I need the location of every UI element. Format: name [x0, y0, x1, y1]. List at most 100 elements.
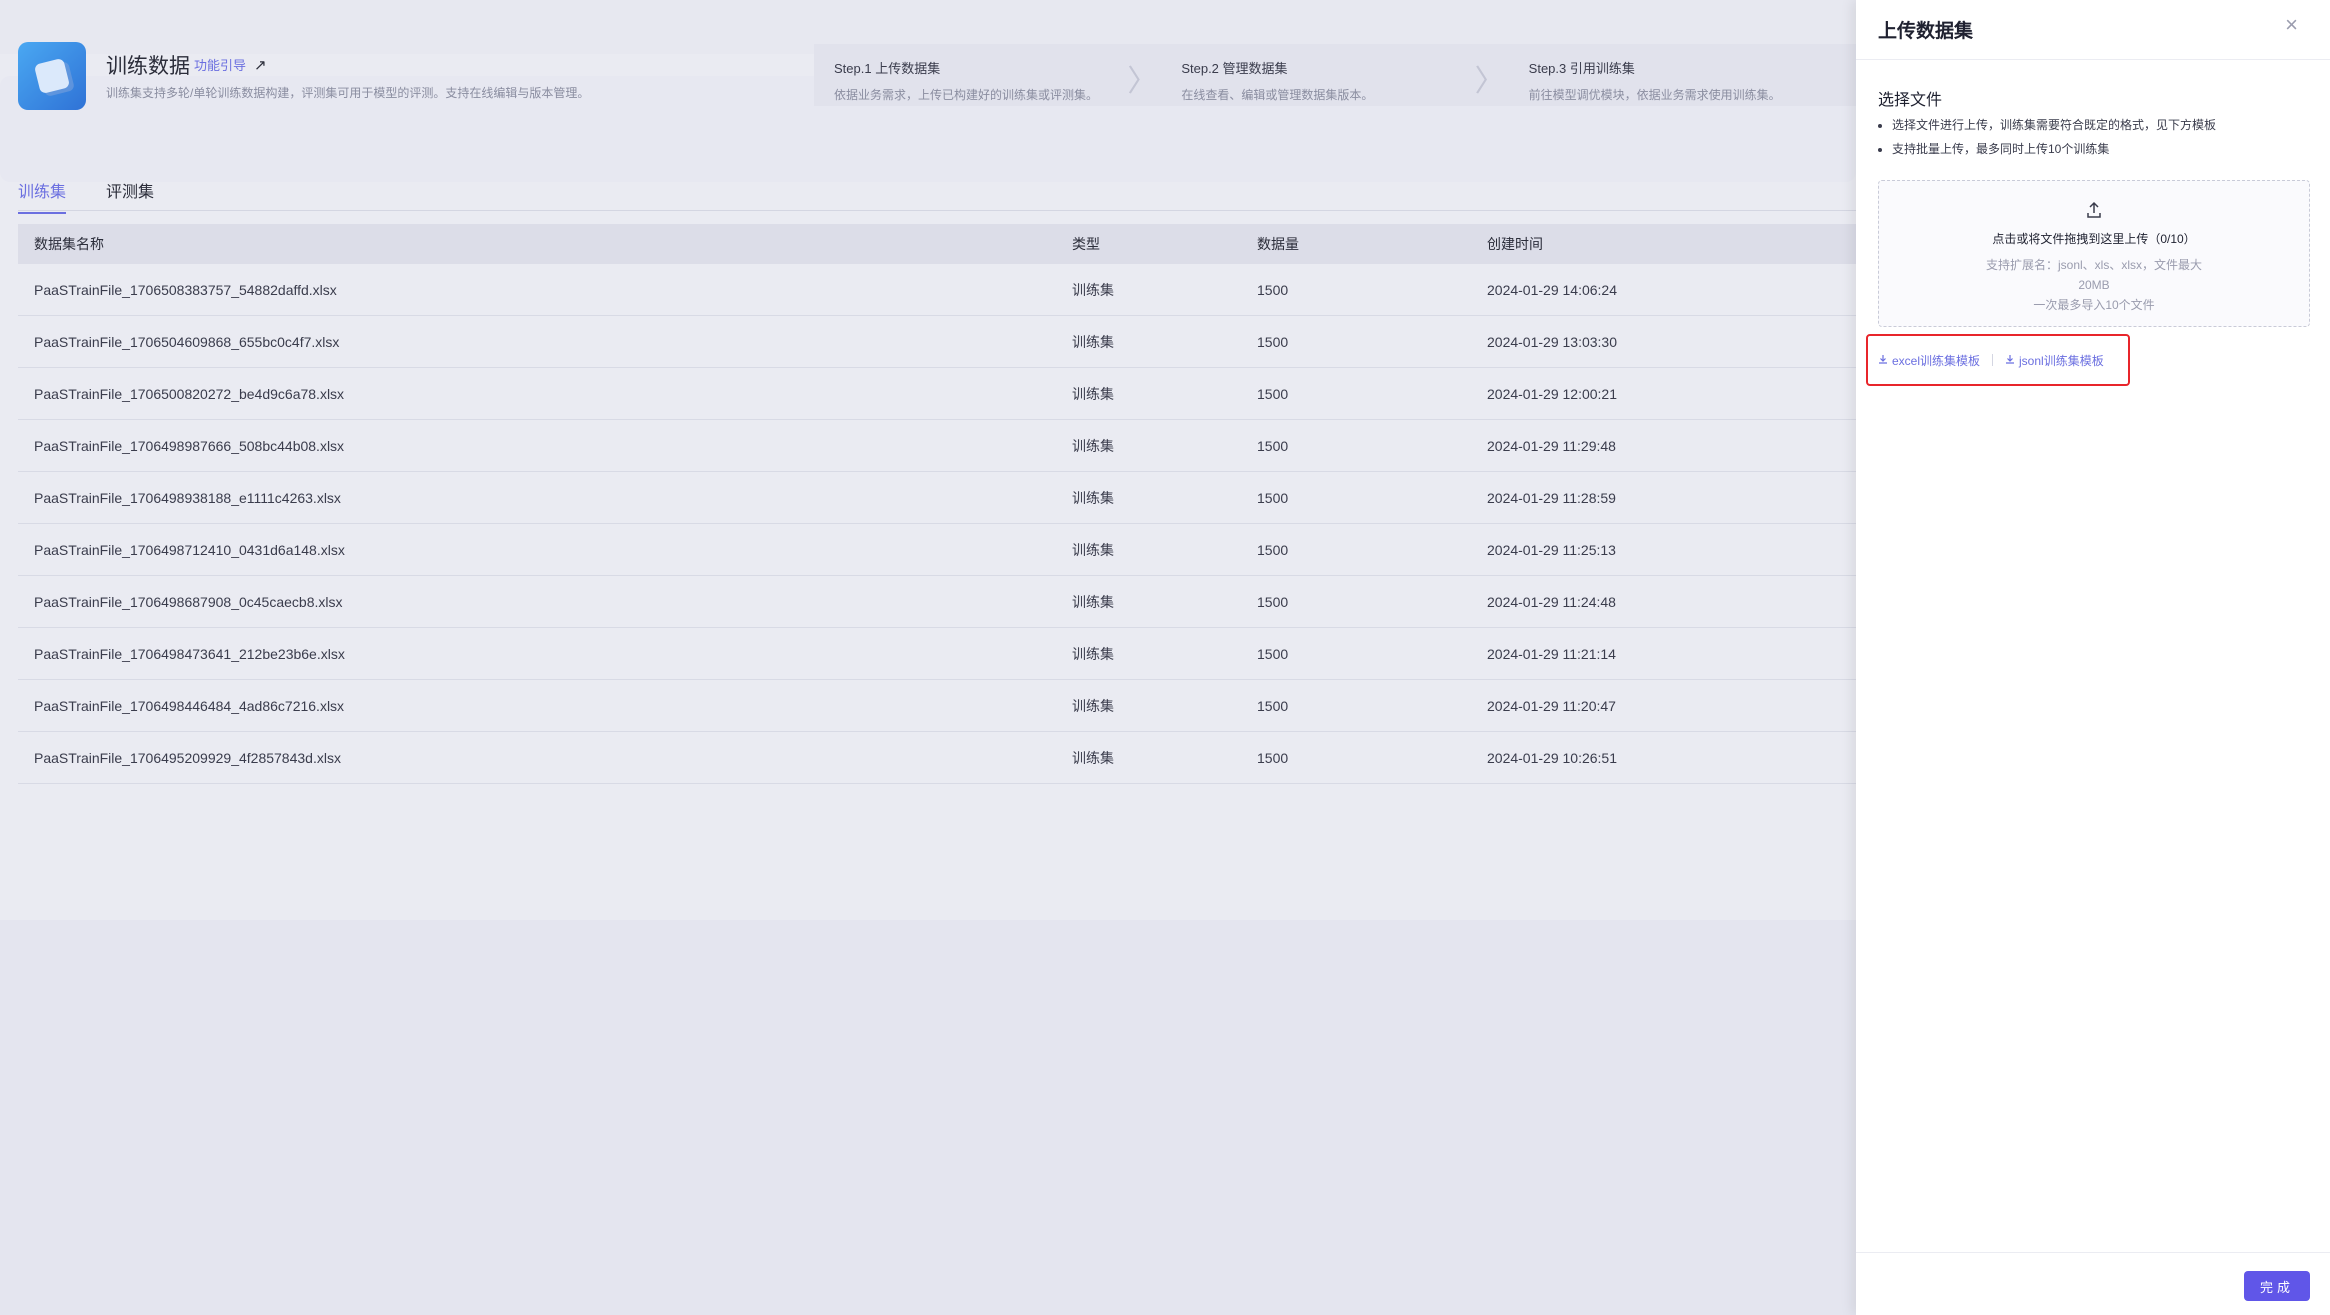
cell-count: 1500	[1257, 385, 1289, 402]
jsonl-template-link[interactable]: jsonl训练集模板	[2005, 352, 2104, 369]
step-2-title: Step.2 管理数据集	[1181, 61, 1288, 76]
cell-created-time: 2024-01-29 10:26:51	[1487, 749, 1617, 766]
cell-created-time: 2024-01-29 12:00:21	[1487, 385, 1617, 402]
step-1: Step.1 上传数据集 依据业务需求，上传已构建好的训练集或评测集。 〉	[814, 44, 1162, 106]
cell-type: 训练集	[1072, 281, 1114, 298]
table-row[interactable]: PaaSTrainFile_1706508383757_54882daffd.x…	[18, 264, 1856, 316]
cell-type: 训练集	[1072, 697, 1114, 714]
column-header-created: 创建时间	[1487, 236, 1543, 252]
table-row[interactable]: PaaSTrainFile_1706504609868_655bc0c4f7.x…	[18, 316, 1856, 368]
cell-count: 1500	[1257, 749, 1289, 766]
cell-type: 训练集	[1072, 385, 1114, 402]
step-1-desc: 依据业务需求，上传已构建好的训练集或评测集。	[834, 88, 1099, 102]
step-guide: Step.1 上传数据集 依据业务需求，上传已构建好的训练集或评测集。 〉 St…	[814, 44, 1856, 106]
step-3-title: Step.3 引用训练集	[1528, 61, 1635, 76]
tab-evaluation-set[interactable]: 评测集	[106, 178, 154, 214]
cell-count: 1500	[1257, 541, 1289, 558]
table-row[interactable]: PaaSTrainFile_1706498712410_0431d6a148.x…	[18, 524, 1856, 576]
jsonl-template-label: jsonl训练集模板	[2019, 353, 2104, 368]
dataset-table: 数据集名称 类型 数据量 创建时间 PaaSTrainFile_17065083…	[18, 224, 1856, 784]
table-row[interactable]: PaaSTrainFile_1706495209929_4f2857843d.x…	[18, 732, 1856, 784]
table-row[interactable]: PaaSTrainFile_1706500820272_be4d9c6a78.x…	[18, 368, 1856, 420]
table-row[interactable]: PaaSTrainFile_1706498938188_e1111c4263.x…	[18, 472, 1856, 524]
guide-link-label: 功能引导	[194, 58, 247, 73]
cell-created-time: 2024-01-29 13:03:30	[1487, 333, 1617, 350]
hint-item: 选择文件进行上传，训练集需要符合既定的格式，见下方模板	[1892, 116, 2216, 133]
tab-training-set[interactable]: 训练集	[18, 178, 67, 214]
upload-icon	[2085, 201, 2103, 224]
cell-created-time: 2024-01-29 11:25:13	[1487, 541, 1616, 558]
cell-dataset-name: PaaSTrainFile_1706498712410_0431d6a148.x…	[34, 541, 345, 558]
guide-link[interactable]: 功能引导 ↗	[194, 55, 267, 74]
cell-dataset-name: PaaSTrainFile_1706495209929_4f2857843d.x…	[34, 749, 341, 766]
cell-dataset-name: PaaSTrainFile_1706508383757_54882daffd.x…	[34, 281, 337, 298]
cell-count: 1500	[1257, 333, 1289, 350]
excel-template-link[interactable]: excel训练集模板	[1878, 352, 1980, 369]
cell-created-time: 2024-01-29 14:06:24	[1487, 281, 1617, 298]
close-icon[interactable]: ×	[2285, 12, 2298, 38]
cell-type: 训练集	[1072, 645, 1114, 662]
template-links: excel训练集模板 jsonl训练集模板	[1866, 334, 2130, 386]
cell-count: 1500	[1257, 437, 1289, 454]
cell-dataset-name: PaaSTrainFile_1706498938188_e1111c4263.x…	[34, 489, 341, 506]
cell-type: 训练集	[1072, 489, 1114, 506]
cell-dataset-name: PaaSTrainFile_1706498987666_508bc44b08.x…	[34, 437, 345, 454]
dropzone-limit-text: 一次最多导入10个文件	[2033, 298, 2155, 312]
cell-dataset-name: PaaSTrainFile_1706504609868_655bc0c4f7.x…	[34, 333, 340, 350]
template-divider	[1992, 354, 1994, 366]
table-header: 数据集名称 类型 数据量 创建时间	[18, 224, 1856, 264]
column-header-count: 数据量	[1257, 236, 1299, 252]
cell-created-time: 2024-01-29 11:24:48	[1487, 593, 1616, 610]
dataset-tabs: 训练集 评测集	[18, 178, 154, 214]
drawer-header: 上传数据集 ×	[1856, 0, 2330, 60]
table-row[interactable]: PaaSTrainFile_1706498687908_0c45caecb8.x…	[18, 576, 1856, 628]
step-2-desc: 在线查看、编辑或管理数据集版本。	[1181, 88, 1374, 102]
upload-dataset-drawer: 上传数据集 × 选择文件 选择文件进行上传，训练集需要符合既定的格式，见下方模板…	[1856, 0, 2330, 1315]
hint-item: 支持批量上传，最多同时上传10个训练集	[1892, 140, 2216, 157]
drawer-title: 上传数据集	[1878, 21, 1974, 42]
column-header-name: 数据集名称	[34, 236, 104, 252]
cell-count: 1500	[1257, 645, 1289, 662]
chevron-right-icon: 〉	[1127, 64, 1158, 99]
table-row[interactable]: PaaSTrainFile_1706498473641_212be23b6e.x…	[18, 628, 1856, 680]
cube-icon	[33, 57, 71, 95]
external-arrow-icon: ↗	[254, 56, 267, 74]
step-3: Step.3 引用训练集 前往模型调优模块，依据业务需求使用训练集。	[1508, 44, 1856, 106]
section-title: 选择文件	[1878, 92, 1943, 109]
cell-type: 训练集	[1072, 437, 1114, 454]
cell-created-time: 2024-01-29 11:28:59	[1487, 489, 1616, 506]
done-button[interactable]: 完成	[2244, 1271, 2310, 1301]
cell-created-time: 2024-01-29 11:29:48	[1487, 437, 1616, 454]
drawer-footer: 完成	[1856, 1252, 2330, 1315]
dropzone-size-text: 20MB	[2078, 278, 2110, 292]
step-3-desc: 前往模型调优模块，依据业务需求使用训练集。	[1528, 88, 1781, 102]
step-1-title: Step.1 上传数据集	[834, 61, 941, 76]
tab-divider	[18, 210, 1856, 211]
upload-hints: 选择文件进行上传，训练集需要符合既定的格式，见下方模板 支持批量上传，最多同时上…	[1892, 116, 2216, 164]
column-header-type: 类型	[1072, 236, 1100, 252]
cell-type: 训练集	[1072, 749, 1114, 766]
cell-count: 1500	[1257, 489, 1289, 506]
cell-count: 1500	[1257, 593, 1289, 610]
dropzone-main-text: 点击或将文件拖拽到这里上传（0/10）	[1992, 232, 2196, 246]
step-2: Step.2 管理数据集 在线查看、编辑或管理数据集版本。 〉	[1161, 44, 1509, 106]
cell-dataset-name: PaaSTrainFile_1706498473641_212be23b6e.x…	[34, 645, 345, 662]
cell-dataset-name: PaaSTrainFile_1706498687908_0c45caecb8.x…	[34, 593, 343, 610]
download-icon	[1878, 353, 1888, 367]
cell-type: 训练集	[1072, 593, 1114, 610]
page-title: 训练数据	[106, 55, 190, 78]
download-icon	[2005, 353, 2015, 367]
dropzone-ext-text: 支持扩展名：jsonl、xls、xlsx，文件最大	[1985, 258, 2202, 272]
training-data-logo	[18, 42, 86, 110]
cell-dataset-name: PaaSTrainFile_1706500820272_be4d9c6a78.x…	[34, 385, 345, 402]
table-row[interactable]: PaaSTrainFile_1706498446484_4ad86c7216.x…	[18, 680, 1856, 732]
cell-dataset-name: PaaSTrainFile_1706498446484_4ad86c7216.x…	[34, 697, 345, 714]
cell-type: 训练集	[1072, 333, 1114, 350]
cell-count: 1500	[1257, 281, 1289, 298]
file-dropzone[interactable]: 点击或将文件拖拽到这里上传（0/10） 支持扩展名：jsonl、xls、xlsx…	[1878, 180, 2310, 327]
cell-created-time: 2024-01-29 11:20:47	[1487, 697, 1616, 714]
table-body: PaaSTrainFile_1706508383757_54882daffd.x…	[18, 264, 1856, 784]
cell-count: 1500	[1257, 697, 1289, 714]
cell-created-time: 2024-01-29 11:21:14	[1487, 645, 1616, 662]
table-row[interactable]: PaaSTrainFile_1706498987666_508bc44b08.x…	[18, 420, 1856, 472]
